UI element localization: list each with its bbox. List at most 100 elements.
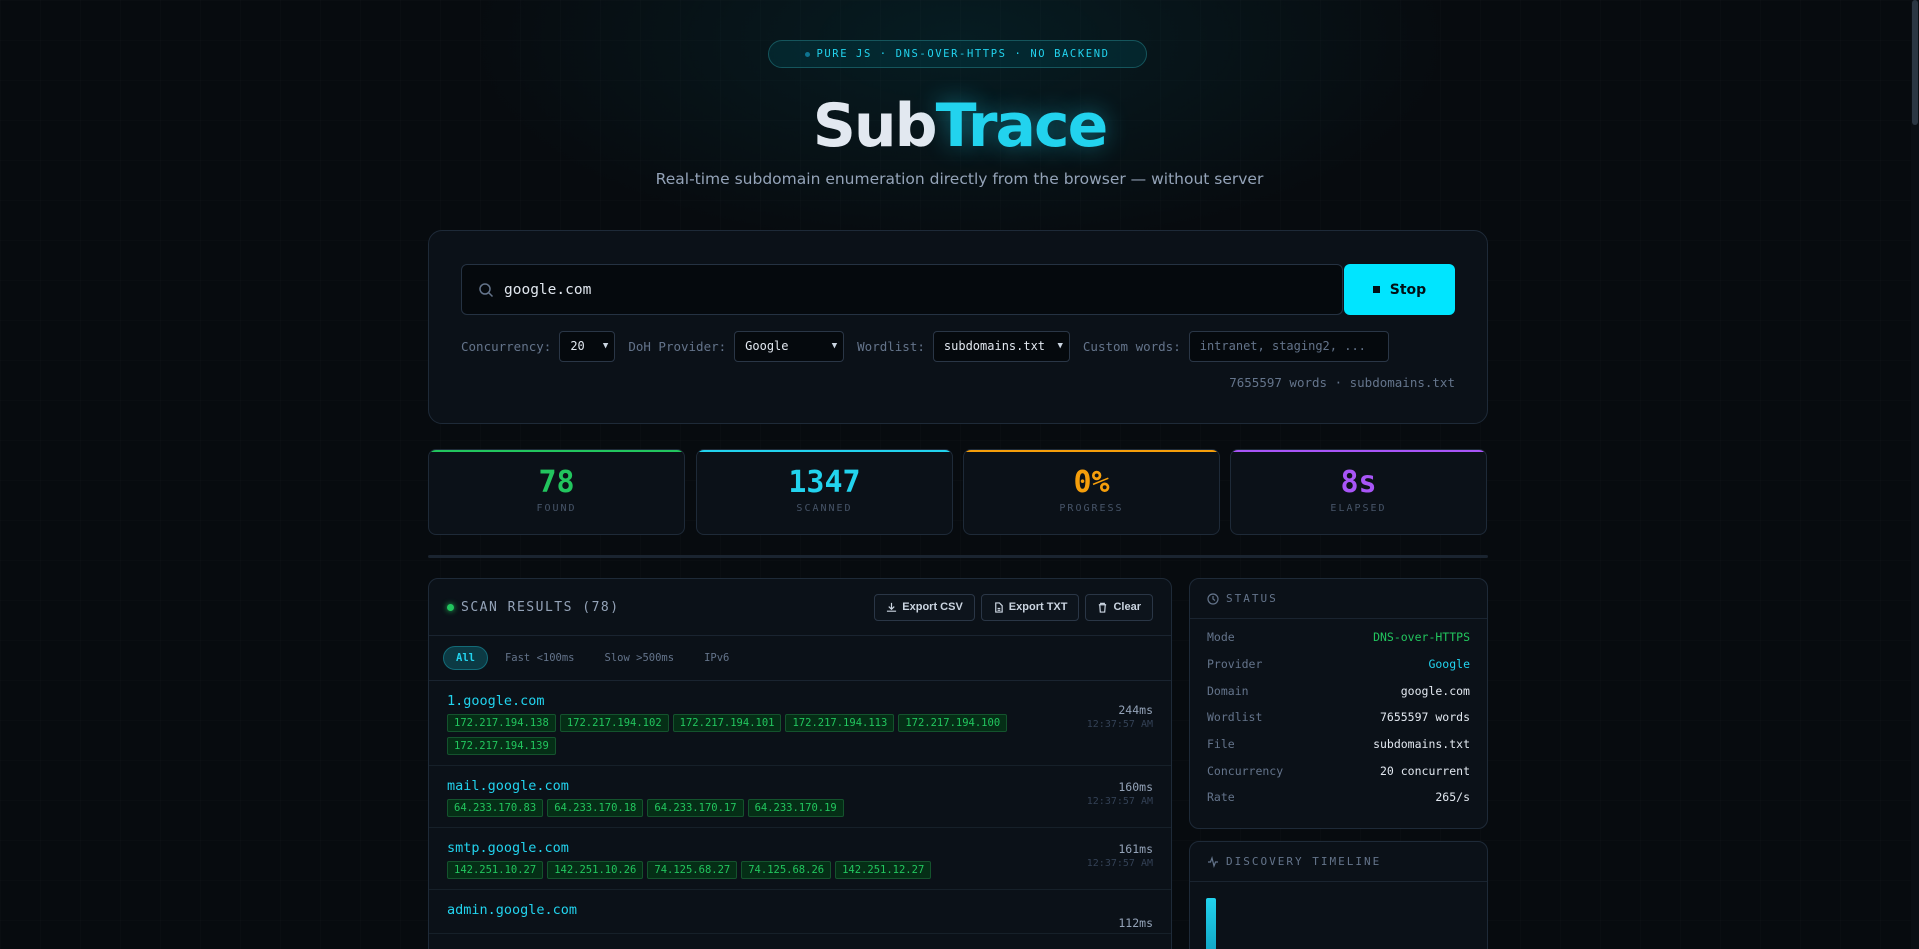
ip-tag: 74.125.68.26: [741, 861, 832, 879]
status-value: subdomains.txt: [1373, 737, 1470, 752]
chevron-down-icon: ▼: [1057, 341, 1063, 351]
domain-input[interactable]: [504, 281, 1304, 298]
status-item: Provider Google: [1190, 651, 1487, 678]
status-key: Rate: [1207, 790, 1235, 805]
stat-elapsed: 8s ELAPSED: [1230, 449, 1487, 535]
status-value: google.com: [1400, 683, 1470, 698]
stop-button-label: Stop: [1389, 281, 1427, 298]
stat-label: ELAPSED: [1330, 503, 1387, 514]
result-row[interactable]: smtp.google.com 142.251.10.27 142.251.10…: [429, 828, 1171, 890]
timeline-title: DISCOVERY TIMELINE: [1226, 855, 1382, 868]
clock-icon: [1207, 592, 1219, 605]
title-part1: Sub: [812, 91, 938, 161]
activity-icon: [1208, 855, 1218, 868]
ip-list: 172.217.194.138 172.217.194.102 172.217.…: [447, 714, 1017, 755]
status-value: 20 concurrent: [1379, 763, 1470, 778]
chevron-down-icon: ▼: [831, 341, 838, 351]
ip-tag: 142.251.12.27: [835, 861, 932, 879]
result-row[interactable]: 1.google.com 172.217.194.138 172.217.194…: [429, 681, 1171, 766]
status-key: File: [1207, 737, 1235, 752]
status-value: 7655597 words: [1379, 710, 1470, 725]
status-key: Concurrency: [1207, 763, 1284, 778]
status-item: Mode DNS-over-HTTPS: [1190, 624, 1487, 651]
ip-tag: 172.217.194.100: [898, 714, 1008, 732]
search-icon: [479, 282, 494, 297]
ip-tag: 64.233.170.19: [747, 799, 844, 817]
concurrency-select[interactable]: 20 ▼: [559, 330, 616, 362]
status-item: File subdomains.txt: [1190, 731, 1487, 758]
ip-tag: 172.217.194.113: [785, 714, 895, 732]
subdomain-host[interactable]: admin.google.com: [447, 902, 1153, 918]
status-key: Mode: [1207, 630, 1235, 645]
status-item: Concurrency 20 concurrent: [1190, 757, 1487, 784]
concurrency-value: 20: [570, 339, 585, 353]
live-status-dot-icon: [447, 603, 454, 611]
app-title: SubTrace: [0, 88, 1919, 164]
found-timestamp: 12:37:57 AM: [1086, 719, 1153, 730]
timeline-panel: DISCOVERY TIMELINE: [1189, 841, 1488, 949]
scrollbar-thumb[interactable]: [1912, 0, 1918, 125]
timeline-bar: [1206, 898, 1216, 949]
ip-tag: 142.251.10.27: [447, 861, 544, 879]
ip-list: 142.251.10.27 142.251.10.26 74.125.68.27…: [447, 861, 1017, 879]
status-title: STATUS: [1226, 592, 1278, 605]
subdomain-host[interactable]: mail.google.com: [447, 778, 1153, 794]
download-icon: [887, 602, 897, 612]
stat-label: FOUND: [536, 503, 577, 514]
ip-tag: 172.217.194.102: [559, 714, 669, 732]
badge-dot-icon: [805, 51, 811, 57]
status-list: Mode DNS-over-HTTPS Provider Google Domain…: [1190, 619, 1487, 811]
doh-provider-label: DoH Provider:: [628, 338, 727, 354]
status-header: STATUS: [1190, 579, 1487, 619]
wordlist-value: subdomains.txt: [943, 339, 1046, 353]
stat-accent-bar: [964, 450, 1219, 452]
response-time: 244ms: [1118, 703, 1153, 717]
filter-ipv6[interactable]: IPv6: [691, 646, 742, 670]
status-key: Wordlist: [1207, 710, 1263, 725]
result-row[interactable]: mail.google.com 64.233.170.83 64.233.170…: [429, 766, 1171, 828]
section-divider: [428, 555, 1488, 558]
stop-icon: [1372, 286, 1380, 293]
response-time: 160ms: [1118, 780, 1153, 794]
file-icon: [994, 601, 1003, 613]
custom-words-input[interactable]: intranet, staging2, ...: [1188, 330, 1389, 362]
subdomain-host[interactable]: 1.google.com: [447, 693, 1153, 709]
stat-value: 0%: [1073, 465, 1110, 500]
ip-tag: 172.217.194.139: [447, 737, 556, 755]
stop-button[interactable]: Stop: [1344, 264, 1455, 315]
export-csv-label: Export CSV: [902, 601, 963, 613]
filter-all[interactable]: All: [443, 646, 488, 670]
status-item: Rate 265/s: [1190, 784, 1487, 811]
status-item: Wordlist 7655597 words: [1190, 704, 1487, 731]
response-time: 161ms: [1118, 842, 1153, 856]
export-csv-button[interactable]: Export CSV: [874, 593, 975, 621]
result-filters: All Fast <100ms Slow >500ms IPv6: [429, 636, 1171, 681]
clear-button[interactable]: Clear: [1085, 593, 1153, 621]
domain-search-box[interactable]: [461, 264, 1343, 315]
status-panel: STATUS Mode DNS-over-HTTPS Provider Google…: [1189, 578, 1488, 829]
ip-tag: 64.233.170.83: [447, 799, 544, 817]
ip-tag: 64.233.170.17: [647, 799, 744, 817]
results-panel: SCAN RESULTS (78) Export CSV Export TXT …: [428, 578, 1172, 949]
options-row: Concurrency: 20 ▼ DoH Provider: Google ▼ W…: [461, 330, 1389, 362]
stat-value: 78: [538, 465, 575, 500]
ip-tag: 64.233.170.18: [547, 799, 644, 817]
ip-tag: 74.125.68.27: [647, 861, 738, 879]
stat-value: 8s: [1340, 465, 1377, 500]
doh-provider-select[interactable]: Google ▼: [734, 330, 845, 362]
wordlist-info: 7655597 words · subdomains.txt: [1229, 375, 1455, 390]
result-row[interactable]: admin.google.com 112ms: [429, 890, 1171, 934]
filter-fast[interactable]: Fast <100ms: [492, 646, 588, 670]
page-scrollbar[interactable]: [1911, 0, 1919, 949]
wordlist-select[interactable]: subdomains.txt ▼: [932, 330, 1070, 362]
filter-slow[interactable]: Slow >500ms: [592, 646, 688, 670]
concurrency-label: Concurrency:: [461, 338, 552, 354]
title-part2: Trace: [935, 91, 1109, 161]
clear-label: Clear: [1113, 601, 1141, 613]
status-value: 265/s: [1435, 790, 1470, 805]
ip-tag: 142.251.10.26: [547, 861, 644, 879]
export-txt-button[interactable]: Export TXT: [980, 593, 1080, 621]
app-subtitle: Real-time subdomain enumeration directly…: [655, 170, 1264, 188]
subdomain-host[interactable]: smtp.google.com: [447, 840, 1153, 856]
status-key: Domain: [1207, 683, 1249, 698]
